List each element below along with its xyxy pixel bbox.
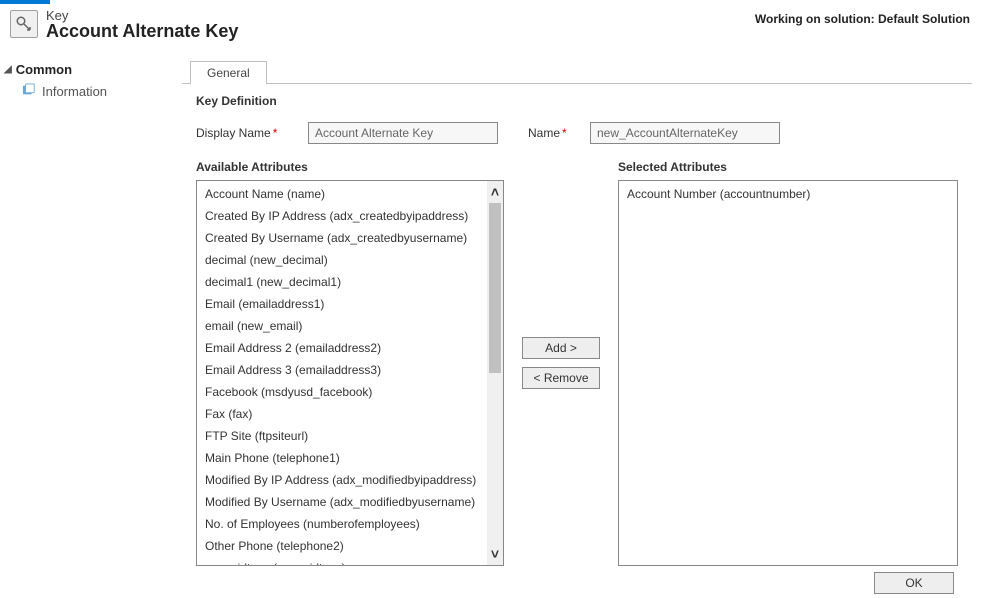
name-label: Name* xyxy=(528,126,578,140)
required-asterisk: * xyxy=(273,126,278,140)
information-icon xyxy=(22,83,36,100)
list-item[interactable]: FTP Site (ftpsiteurl) xyxy=(197,425,487,447)
nav-root-common[interactable]: ◢ Common xyxy=(0,60,182,79)
scroll-down-icon[interactable]: ˅ xyxy=(491,547,499,561)
dialog-footer: OK xyxy=(196,566,958,594)
list-item[interactable]: email (new_email) xyxy=(197,315,487,337)
solution-context-label: Working on solution: Default Solution xyxy=(755,12,970,26)
tab-general[interactable]: General xyxy=(190,61,267,84)
list-item[interactable]: Email Address 3 (emailaddress3) xyxy=(197,359,487,381)
dual-listbox: Available Attributes Account Name (name)… xyxy=(196,160,958,566)
form-row: Display Name* Name* xyxy=(196,122,958,144)
nav-sidebar: ◢ Common Information xyxy=(0,52,182,598)
section-title-key-definition: Key Definition xyxy=(196,94,958,108)
ok-button[interactable]: OK xyxy=(874,572,954,594)
list-item[interactable]: Created By Username (adx_createdbyuserna… xyxy=(197,227,487,249)
list-item[interactable]: Account Name (name) xyxy=(197,183,487,205)
list-item[interactable]: Modified By Username (adx_modifiedbyuser… xyxy=(197,491,487,513)
scroll-up-icon[interactable]: ˄ xyxy=(491,185,499,199)
list-item[interactable]: Main Phone (telephone1) xyxy=(197,447,487,469)
list-item[interactable]: Email (emailaddress1) xyxy=(197,293,487,315)
nav-root-label: Common xyxy=(16,62,72,77)
nav-item-label: Information xyxy=(42,84,107,99)
display-name-label: Display Name* xyxy=(196,126,296,140)
list-item[interactable]: Created By IP Address (adx_createdbyipad… xyxy=(197,205,487,227)
available-attributes-label: Available Attributes xyxy=(196,160,504,174)
caret-down-icon: ◢ xyxy=(4,64,12,75)
list-item[interactable]: Modified By IP Address (adx_modifiedbyip… xyxy=(197,469,487,491)
page-title: Account Alternate Key xyxy=(46,21,238,42)
key-icon xyxy=(10,10,38,38)
tab-panel-general: Key Definition Display Name* Name* xyxy=(182,83,972,598)
display-name-field[interactable] xyxy=(308,122,498,144)
list-item[interactable]: No. of Employees (numberofemployees) xyxy=(197,513,487,535)
list-item[interactable]: Account Number (accountnumber) xyxy=(619,183,957,205)
list-item[interactable]: decimal (new_decimal) xyxy=(197,249,487,271)
add-button[interactable]: Add > xyxy=(522,337,600,359)
scroll-thumb[interactable] xyxy=(489,203,501,373)
selected-attributes-listbox[interactable]: Account Number (accountnumber) xyxy=(618,180,958,566)
tabstrip: General xyxy=(190,60,972,83)
required-asterisk: * xyxy=(562,126,567,140)
available-attributes-listbox[interactable]: Account Name (name)Created By IP Address… xyxy=(196,180,504,566)
name-field[interactable] xyxy=(590,122,780,144)
list-item[interactable]: owneridtype (owneridtype) xyxy=(197,557,487,565)
list-item[interactable]: Facebook (msdyusd_facebook) xyxy=(197,381,487,403)
selected-attributes-label: Selected Attributes xyxy=(618,160,958,174)
list-item[interactable]: decimal1 (new_decimal1) xyxy=(197,271,487,293)
remove-button[interactable]: < Remove xyxy=(522,367,600,389)
list-item[interactable]: Email Address 2 (emailaddress2) xyxy=(197,337,487,359)
scrollbar[interactable]: ˄ ˅ xyxy=(487,181,503,565)
page-header: Key Account Alternate Key Working on sol… xyxy=(0,4,982,52)
nav-item-information[interactable]: Information xyxy=(0,79,182,104)
list-item[interactable]: Other Phone (telephone2) xyxy=(197,535,487,557)
list-item[interactable]: Fax (fax) xyxy=(197,403,487,425)
